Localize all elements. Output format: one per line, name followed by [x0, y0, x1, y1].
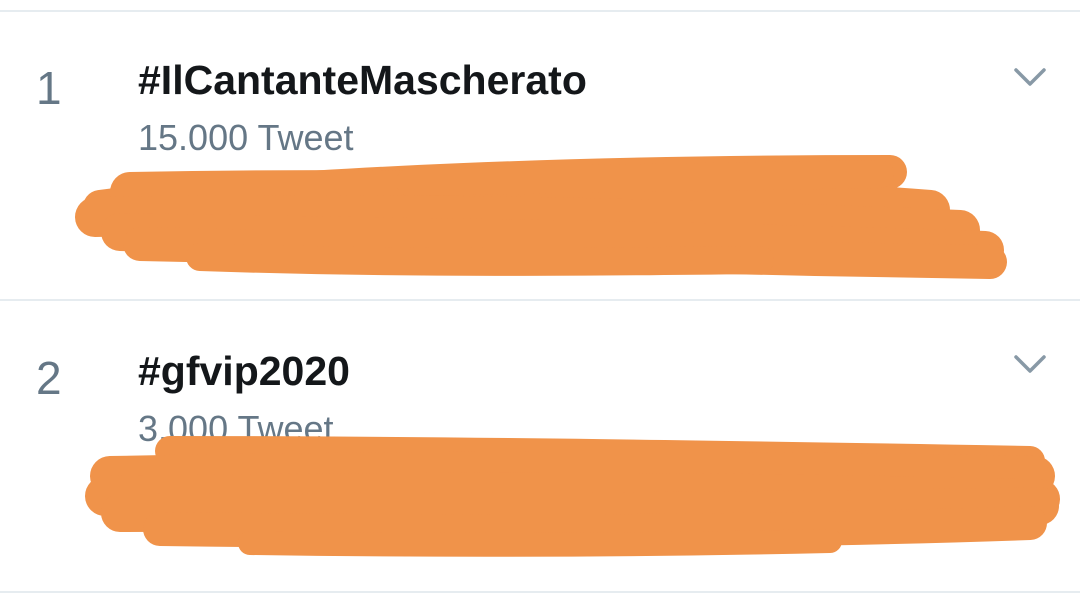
- chevron-down-icon[interactable]: [1010, 62, 1050, 92]
- trend-hashtag[interactable]: #gfvip2020: [138, 351, 350, 392]
- avatar: [140, 491, 168, 519]
- trend-tweet-count: 3.000 Tweet: [138, 408, 334, 449]
- trend-rank: 2: [36, 352, 62, 404]
- trend-item-1[interactable]: 1 #IlCantanteMascherato 15.000 Tweet Pan…: [0, 10, 1080, 301]
- trend-context: Pande ranno twittando a q p p: [200, 172, 464, 252]
- chevron-down-icon[interactable]: [1010, 349, 1050, 379]
- trend-context: stanno twitt p proposito: [200, 461, 570, 501]
- trend-hashtag[interactable]: #IlCantanteMascherato: [138, 60, 587, 101]
- trend-item-2[interactable]: 2 #gfvip2020 3.000 Tweet stanno twitt p …: [0, 301, 1080, 593]
- trend-context-line: stanno twitt p proposito: [200, 460, 571, 501]
- flag-icon: [350, 175, 388, 197]
- trend-context-line: Pande ranno: [200, 171, 407, 212]
- trend-rank: 1: [36, 62, 62, 114]
- trends-list: 1 #IlCantanteMascherato 15.000 Tweet Pan…: [0, 0, 1080, 601]
- trend-tweet-count: 15.000 Tweet: [138, 117, 354, 158]
- trend-context-line: twittando a q p p: [200, 211, 465, 252]
